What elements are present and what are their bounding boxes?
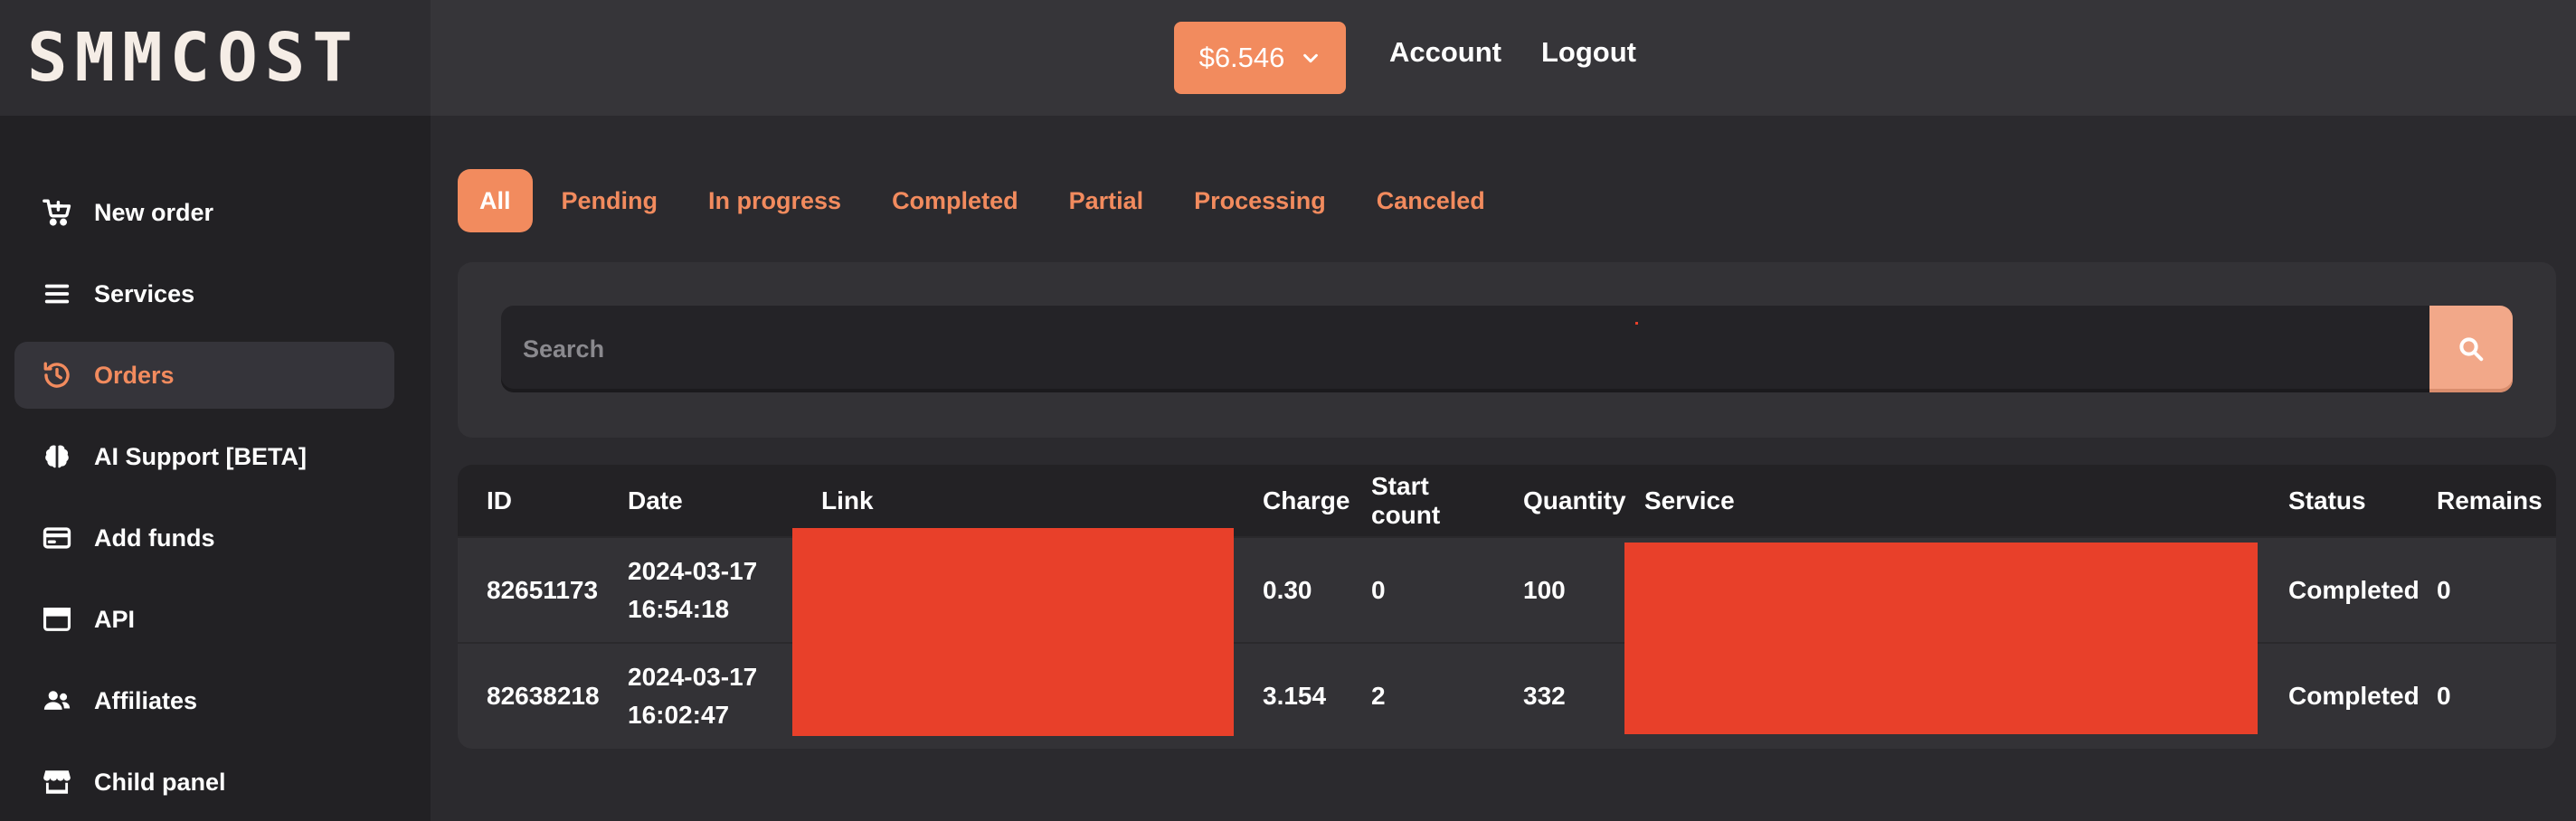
logo-area[interactable]: SMMCOST: [0, 0, 431, 116]
column-header-quantity: Quantity: [1523, 486, 1626, 514]
order-quantity: 100: [1523, 575, 1566, 604]
order-id: 82651173: [487, 575, 599, 604]
column-header-id: ID: [487, 486, 512, 514]
order-date-time: 16:54:18: [628, 594, 730, 623]
order-charge: 0.30: [1263, 575, 1312, 604]
order-start-count: 0: [1371, 575, 1386, 604]
search-icon: [2459, 337, 2484, 362]
sidebar-item-label: Add funds: [94, 524, 215, 552]
sidebar-item-services[interactable]: Services: [14, 260, 394, 327]
brand-logo: SMMCOST: [27, 19, 360, 97]
table-header-row: ID Date Link Charge Start count Quantity…: [458, 465, 2556, 537]
search-panel: [458, 262, 2556, 438]
chevron-down-icon: [1303, 53, 1319, 63]
sidebar-item-label: Services: [94, 279, 195, 307]
search-button[interactable]: [2429, 306, 2513, 392]
order-status: Completed: [2288, 682, 2420, 710]
order-start-count: 2: [1371, 682, 1386, 710]
order-status: Completed: [2288, 575, 2420, 604]
sidebar-item-label: API: [94, 605, 136, 633]
sidebar-item-add-funds[interactable]: Add funds: [14, 505, 394, 571]
brain-icon: [45, 445, 69, 468]
history-icon: [43, 362, 70, 388]
logout-link[interactable]: Logout: [1541, 36, 1636, 69]
sidebar-item-child-panel[interactable]: Child panel: [14, 749, 394, 816]
column-header-service: Service: [1644, 486, 1735, 514]
link-redaction-block: [792, 528, 1234, 736]
sidebar-item-label: AI Support [BETA]: [94, 442, 307, 470]
sidebar-item-new-order[interactable]: New order: [14, 179, 394, 246]
balance-dropdown[interactable]: $6.546: [1174, 22, 1346, 94]
order-status-tabs: All Pending In progress Completed Partia…: [458, 168, 1512, 233]
sidebar-item-ai-support[interactable]: AI Support [BETA]: [14, 423, 394, 490]
sidebar-item-label: Child panel: [94, 768, 226, 796]
sidebar: SMMCOST New order Services Orders AI Sup…: [0, 0, 431, 821]
order-id: 82638218: [487, 682, 600, 710]
column-header-status: Status: [2288, 486, 2366, 514]
tab-all[interactable]: All: [458, 169, 533, 232]
column-header-charge: Charge: [1263, 486, 1350, 514]
order-date-time: 16:02:47: [628, 701, 730, 729]
order-date-day: 2024-03-17: [628, 556, 758, 585]
top-header: $6.546 Account Logout: [431, 0, 2576, 116]
sidebar-item-api[interactable]: API: [14, 586, 394, 653]
column-header-remains: Remains: [2437, 486, 2543, 514]
credit-card-icon: [43, 527, 71, 549]
tab-completed[interactable]: Completed: [868, 169, 1042, 232]
sidebar-item-orders[interactable]: Orders: [14, 342, 394, 409]
account-link[interactable]: Account: [1389, 36, 1501, 69]
stray-dot: [1635, 322, 1638, 325]
order-date: 2024-03-17 16:54:18: [599, 537, 792, 643]
orders-table-panel: ID Date Link Charge Start count Quantity…: [458, 465, 2556, 749]
tab-processing[interactable]: Processing: [1170, 169, 1350, 232]
browser-window-icon: [43, 608, 71, 631]
tab-pending[interactable]: Pending: [538, 169, 682, 232]
tab-canceled[interactable]: Canceled: [1353, 169, 1509, 232]
search-input[interactable]: [501, 306, 2429, 392]
order-remains: 0: [2437, 682, 2451, 710]
column-header-start-count: Start count: [1371, 471, 1441, 529]
cart-plus-icon: [43, 199, 71, 226]
order-date-day: 2024-03-17: [628, 663, 758, 691]
search-bar: [501, 306, 2513, 392]
order-date: 2024-03-17 16:02:47: [599, 643, 792, 749]
column-header-link: Link: [821, 486, 874, 514]
sidebar-item-label: New order: [94, 198, 214, 226]
order-charge: 3.154: [1263, 682, 1327, 710]
app-root: SMMCOST New order Services Orders AI Sup…: [0, 0, 2576, 821]
sidebar-item-label: Affiliates: [94, 686, 198, 714]
list-icon: [44, 284, 70, 304]
tab-partial[interactable]: Partial: [1046, 169, 1168, 232]
sidebar-nav: New order Services Orders AI Support [BE…: [14, 179, 394, 821]
balance-value: $6.546: [1198, 42, 1285, 73]
column-header-date: Date: [628, 486, 683, 514]
order-remains: 0: [2437, 575, 2451, 604]
sidebar-item-label: Orders: [94, 361, 175, 389]
tab-in-progress[interactable]: In progress: [685, 169, 865, 232]
sidebar-item-affiliates[interactable]: Affiliates: [14, 667, 394, 734]
service-redaction-block: [1624, 543, 2258, 734]
store-icon: [43, 770, 71, 794]
users-icon: [43, 691, 71, 710]
order-quantity: 332: [1523, 682, 1566, 710]
